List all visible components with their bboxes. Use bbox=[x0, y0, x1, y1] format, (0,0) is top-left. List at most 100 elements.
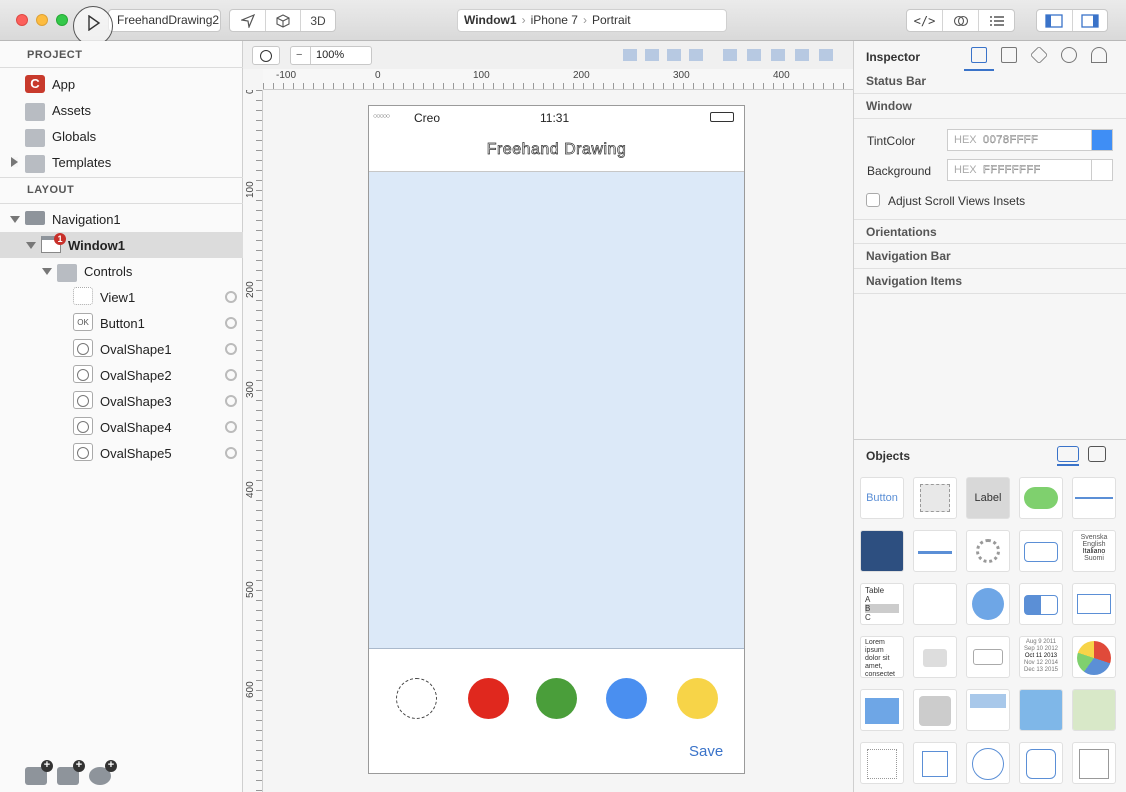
window1-preview[interactable]: ○○○○○ Creo 11:31 Freehand Drawing Save bbox=[368, 105, 745, 774]
lib-camera[interactable] bbox=[913, 689, 957, 731]
lib-line-shape[interactable] bbox=[860, 742, 904, 784]
status-bar-section[interactable]: Status Bar bbox=[854, 69, 1126, 94]
lib-mapview[interactable] bbox=[1019, 689, 1063, 731]
3d-button[interactable]: 3D bbox=[301, 10, 335, 31]
tab-layers-icon[interactable] bbox=[1029, 45, 1049, 65]
lib-progressview[interactable] bbox=[913, 530, 957, 572]
settings-gear-icon[interactable] bbox=[225, 395, 237, 407]
minimize-window-button[interactable] bbox=[36, 14, 48, 26]
background-color-field[interactable]: HEX FFFFFFFF bbox=[947, 159, 1092, 181]
lib-activity-indicator[interactable] bbox=[966, 530, 1010, 572]
arrange-icon[interactable] bbox=[689, 49, 703, 61]
code-editor-button[interactable]: </> bbox=[907, 10, 943, 31]
lib-oval-shape[interactable] bbox=[966, 742, 1010, 784]
ovalshape4-blue[interactable] bbox=[606, 678, 647, 719]
align-icon[interactable] bbox=[723, 49, 737, 61]
project-item-globals[interactable]: Globals bbox=[0, 123, 243, 149]
debug-button[interactable] bbox=[943, 10, 979, 31]
toggle-left-panel-button[interactable] bbox=[1037, 10, 1073, 31]
layout-item-button1[interactable]: OK Button1 bbox=[0, 310, 243, 336]
zoom-control[interactable]: − 100% bbox=[290, 46, 372, 65]
save-button[interactable]: Save bbox=[689, 743, 723, 760]
layout-item-navigation1[interactable]: Navigation1 bbox=[0, 206, 243, 232]
add-control-button[interactable] bbox=[57, 760, 85, 785]
arrange-icon[interactable] bbox=[645, 49, 659, 61]
settings-gear-icon[interactable] bbox=[225, 343, 237, 355]
disclosure-down-icon[interactable] bbox=[26, 242, 36, 249]
lib-imageview[interactable] bbox=[860, 530, 904, 572]
project-item-assets[interactable]: Assets bbox=[0, 97, 243, 123]
layout-item-ovalshape3[interactable]: OvalShape3 bbox=[0, 388, 243, 414]
lib-tableview[interactable]: Table A B C bbox=[860, 583, 904, 625]
lib-segmented[interactable] bbox=[1019, 583, 1063, 625]
project-item-templates[interactable]: Templates bbox=[0, 149, 243, 175]
settings-gear-icon[interactable] bbox=[225, 421, 237, 433]
layout-item-window1[interactable]: 1 Window1 bbox=[0, 232, 243, 258]
disclosure-down-icon[interactable] bbox=[42, 268, 52, 275]
breadcrumb-device[interactable]: iPhone 7 bbox=[531, 13, 578, 27]
lib-collectionview[interactable] bbox=[913, 583, 957, 625]
lib-slider[interactable] bbox=[1072, 477, 1116, 519]
lib-map-marker[interactable] bbox=[1072, 689, 1116, 731]
layout-item-ovalshape4[interactable]: OvalShape4 bbox=[0, 414, 243, 440]
layout-item-ovalshape5[interactable]: OvalShape5 bbox=[0, 440, 243, 466]
settings-gear-icon[interactable] bbox=[225, 447, 237, 459]
lib-checklist[interactable] bbox=[1072, 742, 1116, 784]
lib-view[interactable] bbox=[913, 477, 957, 519]
layout-item-ovalshape1[interactable]: OvalShape1 bbox=[0, 336, 243, 362]
adjust-scroll-insets-checkbox[interactable] bbox=[866, 193, 880, 207]
zoom-out-icon[interactable]: − bbox=[296, 47, 302, 64]
ovalshape2-red[interactable] bbox=[468, 678, 509, 719]
view1-drawing-area[interactable] bbox=[369, 172, 744, 649]
lib-imagelist[interactable] bbox=[860, 689, 904, 731]
lib-textfield[interactable] bbox=[966, 636, 1010, 678]
settings-gear-icon[interactable] bbox=[225, 291, 237, 303]
lib-stepper[interactable] bbox=[1019, 530, 1063, 572]
lib-chart[interactable] bbox=[1072, 636, 1116, 678]
layout-3d-cube-button[interactable] bbox=[266, 10, 301, 31]
arrange-icon[interactable] bbox=[623, 49, 637, 61]
lib-datepicker[interactable]: Aug 9 2011 Sep 10 2012 Oct 11 2013 Nov 1… bbox=[1019, 636, 1063, 678]
settings-gear-icon[interactable] bbox=[225, 369, 237, 381]
add-window-button[interactable] bbox=[25, 760, 53, 785]
tab-properties-icon[interactable] bbox=[971, 47, 987, 63]
settings-gear-icon[interactable] bbox=[225, 317, 237, 329]
layout-item-controls[interactable]: Controls bbox=[0, 258, 243, 284]
add-shape-button[interactable] bbox=[89, 760, 117, 785]
disclosure-down-icon[interactable] bbox=[10, 216, 20, 223]
lib-polygon-shape[interactable] bbox=[1019, 742, 1063, 784]
ovalshape3-green[interactable] bbox=[536, 678, 577, 719]
list-button[interactable] bbox=[979, 10, 1014, 31]
run-button[interactable] bbox=[73, 6, 113, 46]
lib-button[interactable]: Button bbox=[860, 477, 904, 519]
lib-rectangle-shape[interactable] bbox=[913, 742, 957, 784]
toggle-right-panel-button[interactable] bbox=[1073, 10, 1108, 31]
lib-webview[interactable] bbox=[966, 583, 1010, 625]
breadcrumb-window[interactable]: Window1 bbox=[464, 13, 517, 27]
disclosure-right-icon[interactable] bbox=[11, 157, 18, 167]
preview-button[interactable] bbox=[230, 10, 266, 31]
arrange-icon[interactable] bbox=[667, 49, 681, 61]
navigation-items-section[interactable]: Navigation Items bbox=[854, 269, 1126, 294]
shape-tool-button[interactable] bbox=[252, 46, 280, 65]
zoom-window-button[interactable] bbox=[56, 14, 68, 26]
tint-color-field[interactable]: HEX 0078FFFF bbox=[947, 129, 1092, 151]
ovalshape5-yellow[interactable] bbox=[677, 678, 718, 719]
align-icon[interactable] bbox=[795, 49, 809, 61]
tab-attachments-paperclip-icon[interactable] bbox=[1061, 47, 1077, 63]
project-item-app[interactable]: C App bbox=[0, 71, 243, 97]
lib-textview[interactable]: Lorem ipsum dolor sit amet, consectet bbox=[860, 636, 904, 678]
tint-color-swatch[interactable] bbox=[1091, 129, 1113, 151]
navigation-bar-section[interactable]: Navigation Bar bbox=[854, 244, 1126, 269]
objects-tools-wrench-icon[interactable] bbox=[1088, 446, 1106, 462]
lib-switch[interactable] bbox=[1019, 477, 1063, 519]
tab-size-ruler-icon[interactable] bbox=[1001, 47, 1017, 63]
lib-picker[interactable]: Svenska English Italiano Suomi bbox=[1072, 530, 1116, 572]
breadcrumb-orientation[interactable]: Portrait bbox=[592, 13, 631, 27]
align-icon[interactable] bbox=[771, 49, 785, 61]
lib-searchbar[interactable] bbox=[913, 636, 957, 678]
window-section[interactable]: Window bbox=[854, 94, 1126, 119]
objects-library-eye-icon[interactable] bbox=[1057, 446, 1079, 462]
ovalshape1-white[interactable] bbox=[396, 678, 437, 719]
tab-signals-icon[interactable] bbox=[1091, 47, 1107, 63]
